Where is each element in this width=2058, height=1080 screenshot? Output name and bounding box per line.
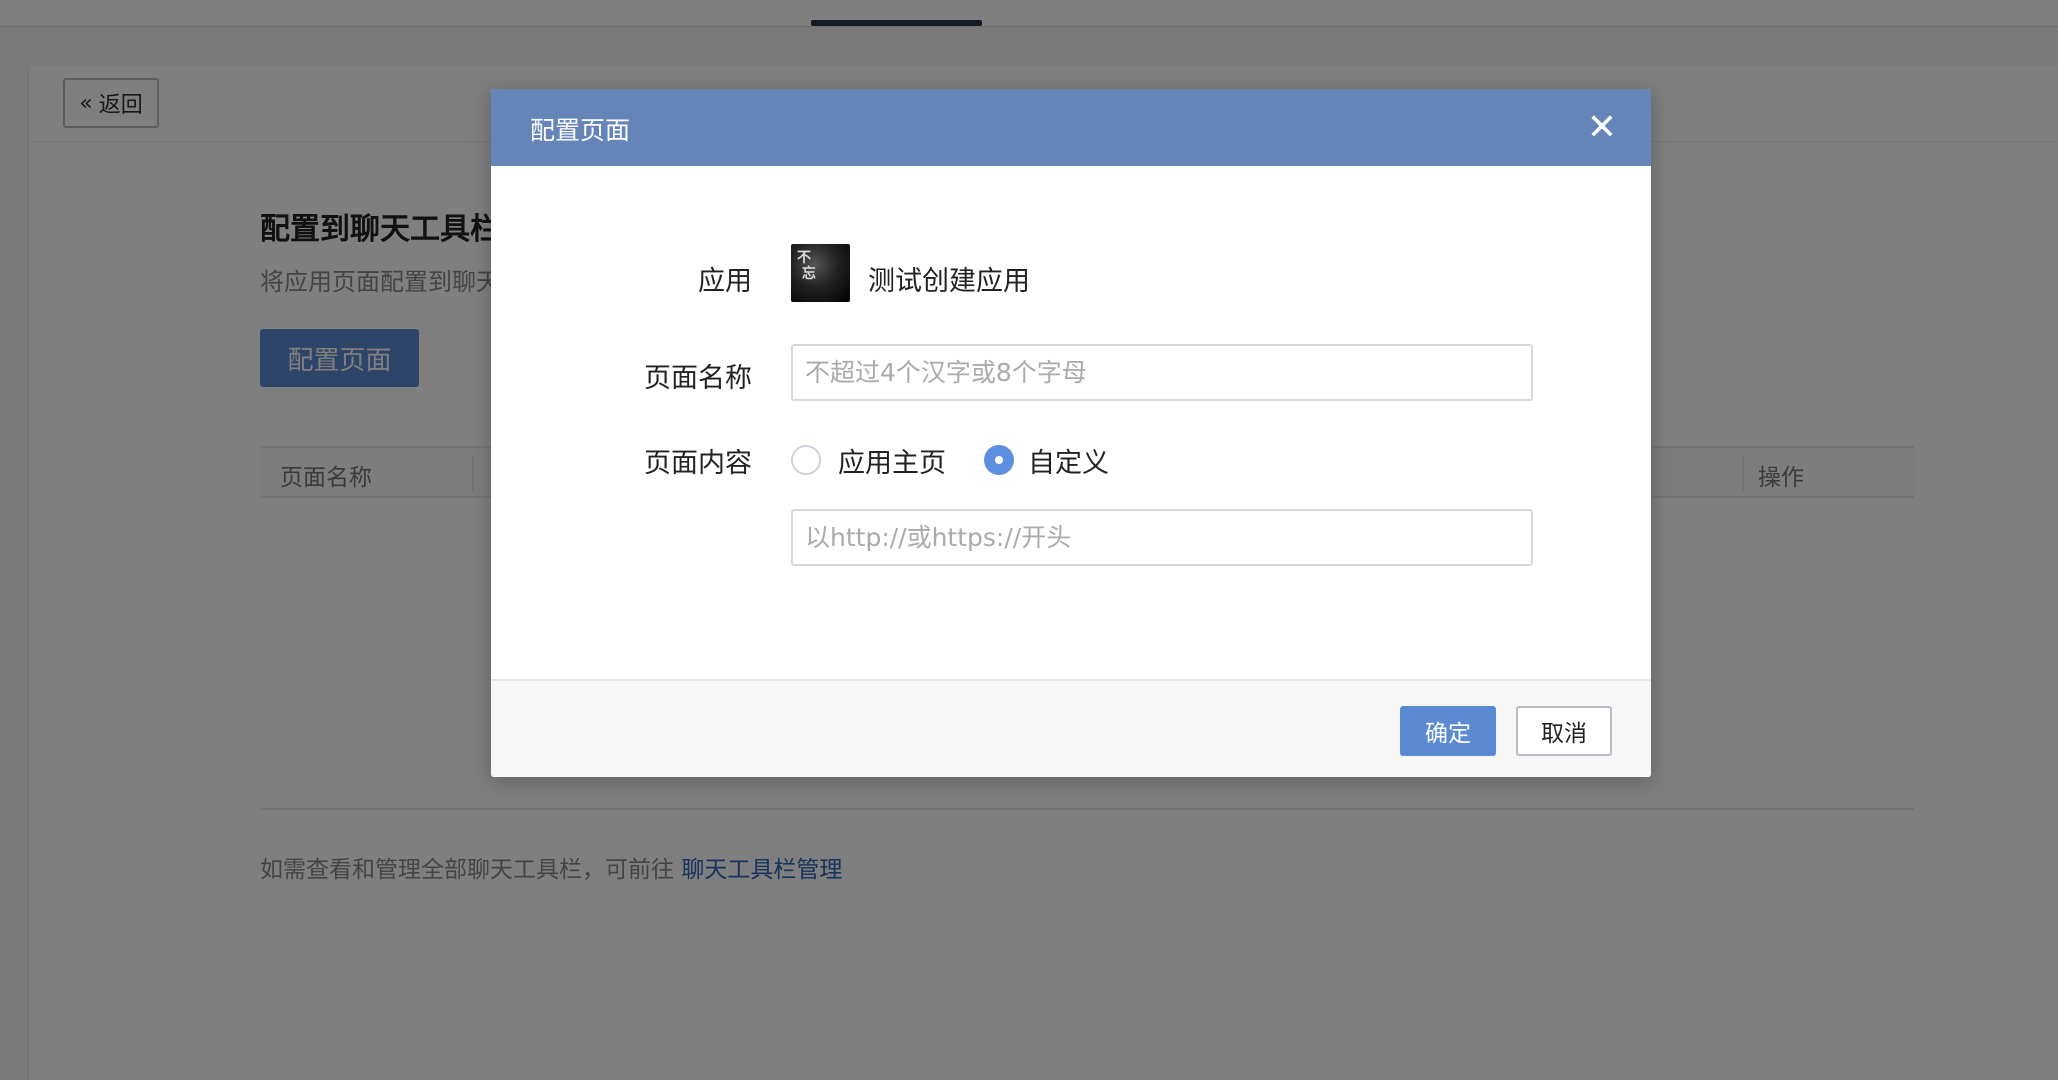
dialog-title: 配置页面: [530, 116, 631, 145]
radio-app-homepage[interactable]: [791, 445, 821, 475]
close-icon[interactable]: ✕: [1583, 109, 1621, 147]
dialog-footer: 确定 取消: [491, 679, 1651, 777]
app-icon-artwork: 不 忘: [797, 250, 816, 282]
cancel-button[interactable]: 取消: [1516, 706, 1612, 756]
app-icon: 不 忘: [791, 244, 850, 302]
dialog-header: 配置页面 ✕: [491, 89, 1651, 166]
page-name-input[interactable]: [791, 344, 1533, 401]
app-label: 应用: [698, 266, 752, 297]
url-input[interactable]: [791, 509, 1533, 566]
confirm-button[interactable]: 确定: [1400, 706, 1496, 756]
app-name: 测试创建应用: [868, 266, 1030, 297]
radio-custom[interactable]: [984, 445, 1014, 475]
configure-page-dialog: 配置页面 ✕ 应用 不 忘 测试创建应用 页面名称 页面内容 应用主页 自定义 …: [491, 89, 1651, 777]
radio-label-custom[interactable]: 自定义: [1028, 441, 1109, 480]
page-name-label: 页面名称: [644, 363, 752, 394]
radio-label-app-homepage[interactable]: 应用主页: [838, 441, 946, 480]
page-content-label: 页面内容: [644, 448, 752, 479]
